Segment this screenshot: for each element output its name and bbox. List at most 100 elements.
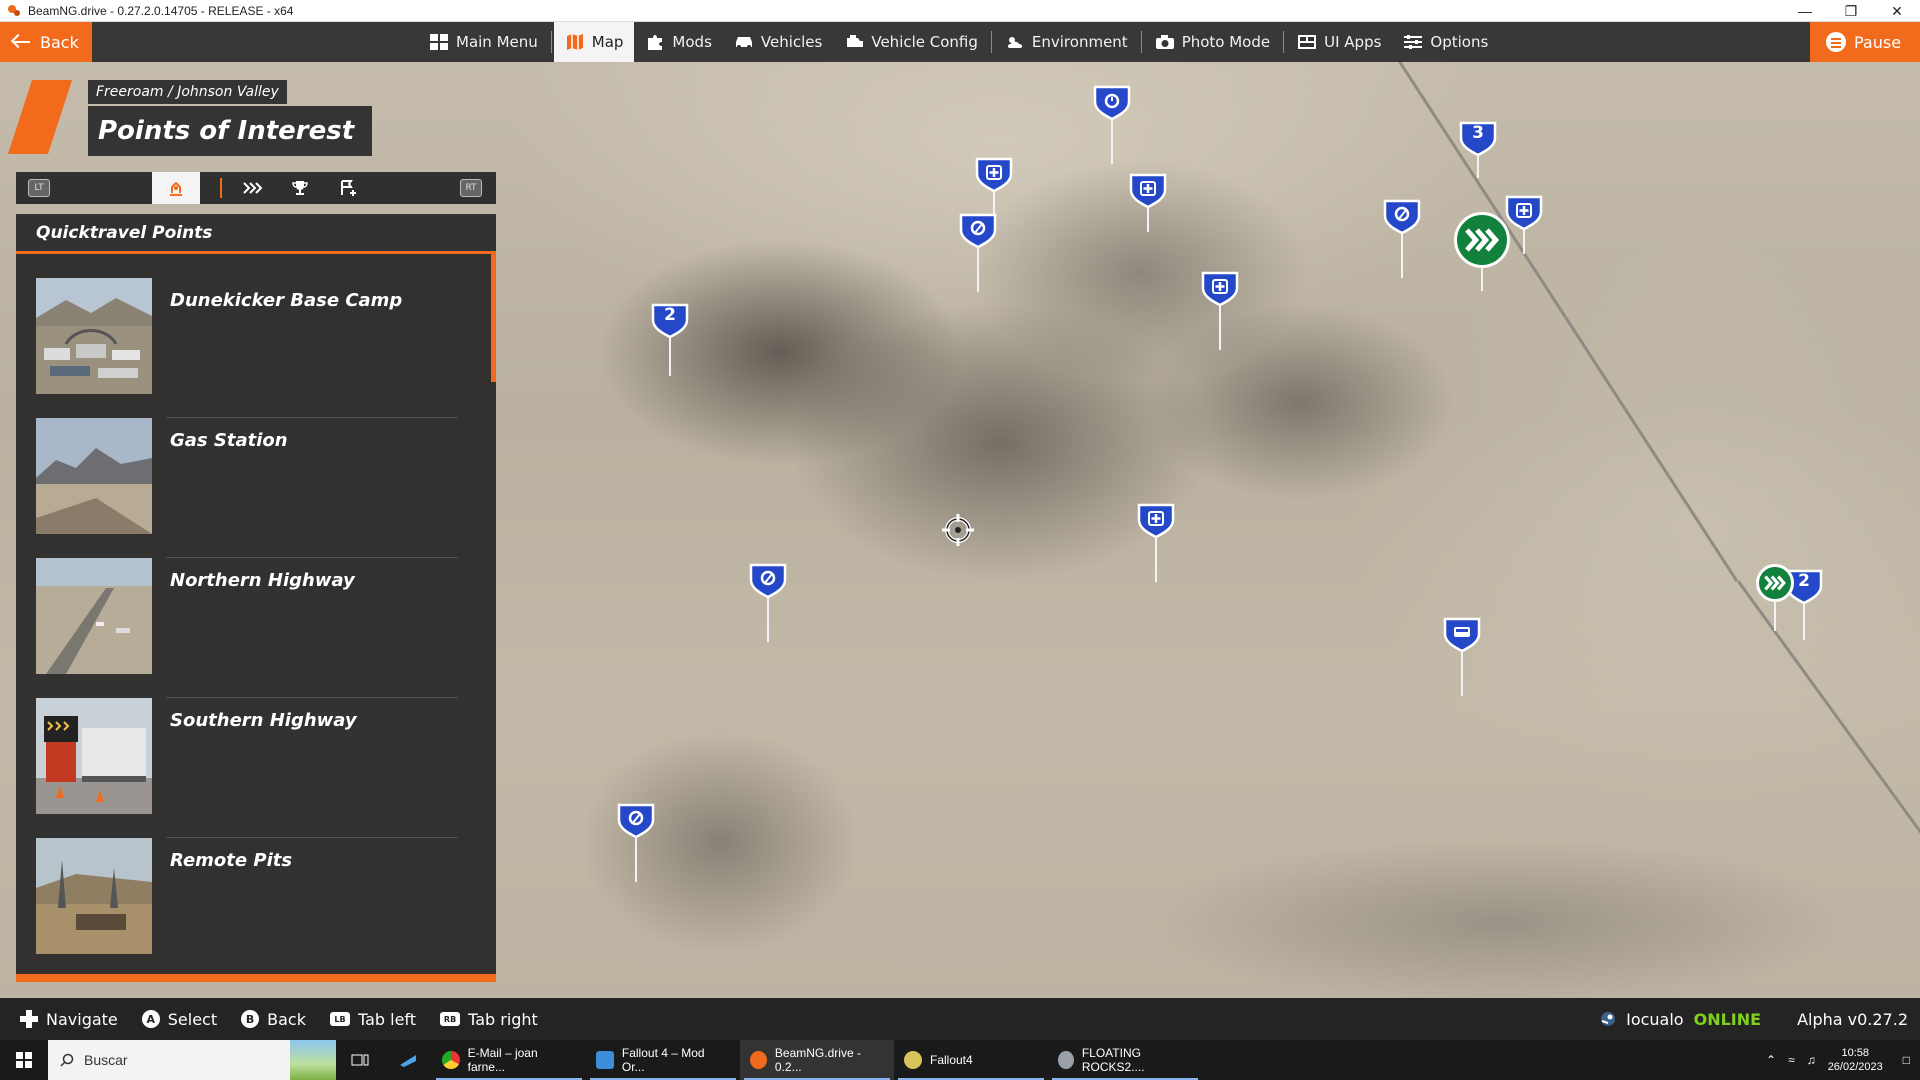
garage-marker-icon[interactable] <box>1382 198 1422 278</box>
time-trial-marker-icon[interactable] <box>1092 84 1132 164</box>
rt-trigger-icon[interactable]: RT <box>460 179 482 197</box>
marker-stem <box>1401 230 1403 278</box>
taskbar-item-email[interactable]: E-Mail – joan farne... <box>432 1040 586 1080</box>
wifi-icon[interactable]: ≈ <box>1788 1053 1795 1067</box>
mechanic-marker-icon[interactable] <box>1200 270 1240 350</box>
steam-shortcut-icon <box>400 1055 416 1067</box>
mechanic-marker-icon[interactable] <box>1504 194 1544 254</box>
list-item-southern-highway[interactable]: Southern Highway <box>36 698 482 838</box>
scrollbar-thumb[interactable] <box>491 254 496 382</box>
menu-separator <box>550 31 552 53</box>
hint-tab-right[interactable]: RB Tab right <box>440 1010 538 1029</box>
hint-back[interactable]: B Back <box>241 1010 306 1029</box>
menu-vehicle-config[interactable]: Vehicle Config <box>833 22 989 62</box>
menu-ui-apps[interactable]: UI Apps <box>1286 22 1392 62</box>
menu-photo-mode[interactable]: Photo Mode <box>1144 22 1281 62</box>
tab-waypoints[interactable] <box>228 172 276 204</box>
task-view-button[interactable] <box>336 1040 384 1080</box>
breadcrumb: Freeroam / Johnson Valley <box>88 80 287 104</box>
hint-label: Select <box>167 1009 218 1029</box>
restore-icon[interactable]: ❐ <box>1828 0 1874 22</box>
a-button-icon: A <box>141 1010 160 1028</box>
marker-shield <box>1129 173 1167 208</box>
clock[interactable]: 10:58 26/02/2023 <box>1828 1046 1883 1074</box>
highway-road <box>1737 580 1920 858</box>
tab-spawn-points[interactable] <box>324 172 372 204</box>
dpad-icon <box>20 1010 38 1028</box>
hint-tab-left[interactable]: LB Tab left <box>329 1010 416 1029</box>
speaker-icon[interactable]: ♫ <box>1807 1053 1816 1067</box>
mechanic-marker-icon[interactable] <box>974 156 1014 216</box>
tab-quicktravel[interactable] <box>152 172 200 204</box>
game-window: BeamNG.drive - 0.27.2.0.14705 - RELEASE … <box>0 0 1920 1080</box>
taskbar-search[interactable]: Buscar <box>48 1040 336 1080</box>
marker-shield <box>1443 617 1481 652</box>
northern-highway-thumbnail <box>36 558 152 674</box>
route-number-marker-icon[interactable]: 2 <box>650 302 690 376</box>
clock-date: 26/02/2023 <box>1827 1061 1883 1073</box>
route-number: 3 <box>1472 123 1484 143</box>
chevron-up-icon[interactable]: ⌃ <box>1766 1053 1776 1067</box>
list-item-northern-highway[interactable]: Northern Highway <box>36 558 482 698</box>
search-icon <box>60 1053 74 1067</box>
taskbar-item-fallout-mod[interactable]: Fallout 4 – Mod Or... <box>586 1040 740 1080</box>
back-button[interactable]: Back <box>0 22 92 62</box>
lb-button-icon: LB <box>329 1012 350 1026</box>
menu-map[interactable]: Map <box>553 22 635 62</box>
engine-icon <box>844 34 864 50</box>
menu-separator <box>990 31 992 53</box>
menu-label: Mods <box>672 33 712 51</box>
marker-stem <box>1155 534 1157 582</box>
marker-shield <box>1383 199 1421 234</box>
task-view-icon <box>351 1054 369 1066</box>
route-number-marker-icon[interactable]: 3 <box>1458 120 1498 178</box>
quicktravel-marker-icon[interactable] <box>1756 564 1794 631</box>
mechanic-marker-icon[interactable] <box>1136 502 1176 582</box>
close-icon[interactable]: ✕ <box>1874 0 1920 22</box>
taskbar-item-floating-rocks[interactable]: FLOATING ROCKS2.... <box>1048 1040 1202 1080</box>
tab-separator <box>220 178 222 198</box>
pause-button[interactable]: Pause <box>1810 22 1920 62</box>
hint-select[interactable]: A Select <box>141 1009 218 1029</box>
panel-bottom-accent <box>16 974 496 982</box>
highway-road <box>1398 60 1739 582</box>
minimize-icon[interactable]: — <box>1782 0 1828 22</box>
quicktravel-marker-icon[interactable] <box>1454 212 1510 291</box>
start-button[interactable] <box>0 1040 48 1080</box>
marker-shield <box>749 563 787 598</box>
poi-name: Southern Highway <box>170 710 357 731</box>
hint-navigate[interactable]: Navigate <box>20 1010 118 1029</box>
bus-route-marker-icon[interactable] <box>1442 616 1482 696</box>
list-item-gas-station[interactable]: Gas Station <box>36 418 482 558</box>
menu-vehicles[interactable]: Vehicles <box>723 22 833 62</box>
hint-label: Navigate <box>46 1009 118 1029</box>
menu-options[interactable]: Options <box>1392 22 1499 62</box>
quicktravel-icon <box>170 181 182 196</box>
remote-pits-thumbnail <box>36 838 152 954</box>
camera-icon <box>1155 34 1175 50</box>
account-status: Iocualo ONLINE Alpha v0.27.2 <box>1600 998 1920 1040</box>
garage-marker-icon[interactable] <box>958 212 998 292</box>
garage-marker-icon[interactable] <box>748 562 788 642</box>
pinned-app[interactable] <box>384 1040 432 1080</box>
tab-challenges[interactable] <box>276 172 324 204</box>
lt-trigger-icon[interactable]: LT <box>28 179 50 197</box>
marker-stem <box>1523 226 1525 254</box>
menu-main-menu[interactable]: Main Menu <box>418 22 549 62</box>
menu-label: UI Apps <box>1324 33 1382 51</box>
mechanic-marker-icon[interactable] <box>1128 172 1168 232</box>
menu-mods[interactable]: Mods <box>634 22 722 62</box>
creation-kit-icon <box>1058 1051 1074 1069</box>
player-vehicle-icon[interactable] <box>938 510 978 550</box>
menu-separator <box>1283 31 1285 53</box>
beamng-app-icon <box>6 3 22 19</box>
menu-environment[interactable]: Environment <box>994 22 1139 62</box>
taskbar-item-fallout4[interactable]: Fallout4 <box>894 1040 1048 1080</box>
list-item-dunekicker[interactable]: Dunekicker Base Camp <box>36 278 482 418</box>
list-item-remote-pits[interactable]: Remote Pits <box>36 838 482 978</box>
taskbar-item-beamng[interactable]: BeamNG.drive - 0.2... <box>740 1040 894 1080</box>
weather-icon <box>1005 34 1025 50</box>
garage-marker-icon[interactable] <box>616 802 656 882</box>
notifications-icon[interactable]: □ <box>1903 1053 1910 1067</box>
controller-hints-bar: Navigate A Select B Back LB Tab left RB Tab … <box>0 998 1920 1040</box>
